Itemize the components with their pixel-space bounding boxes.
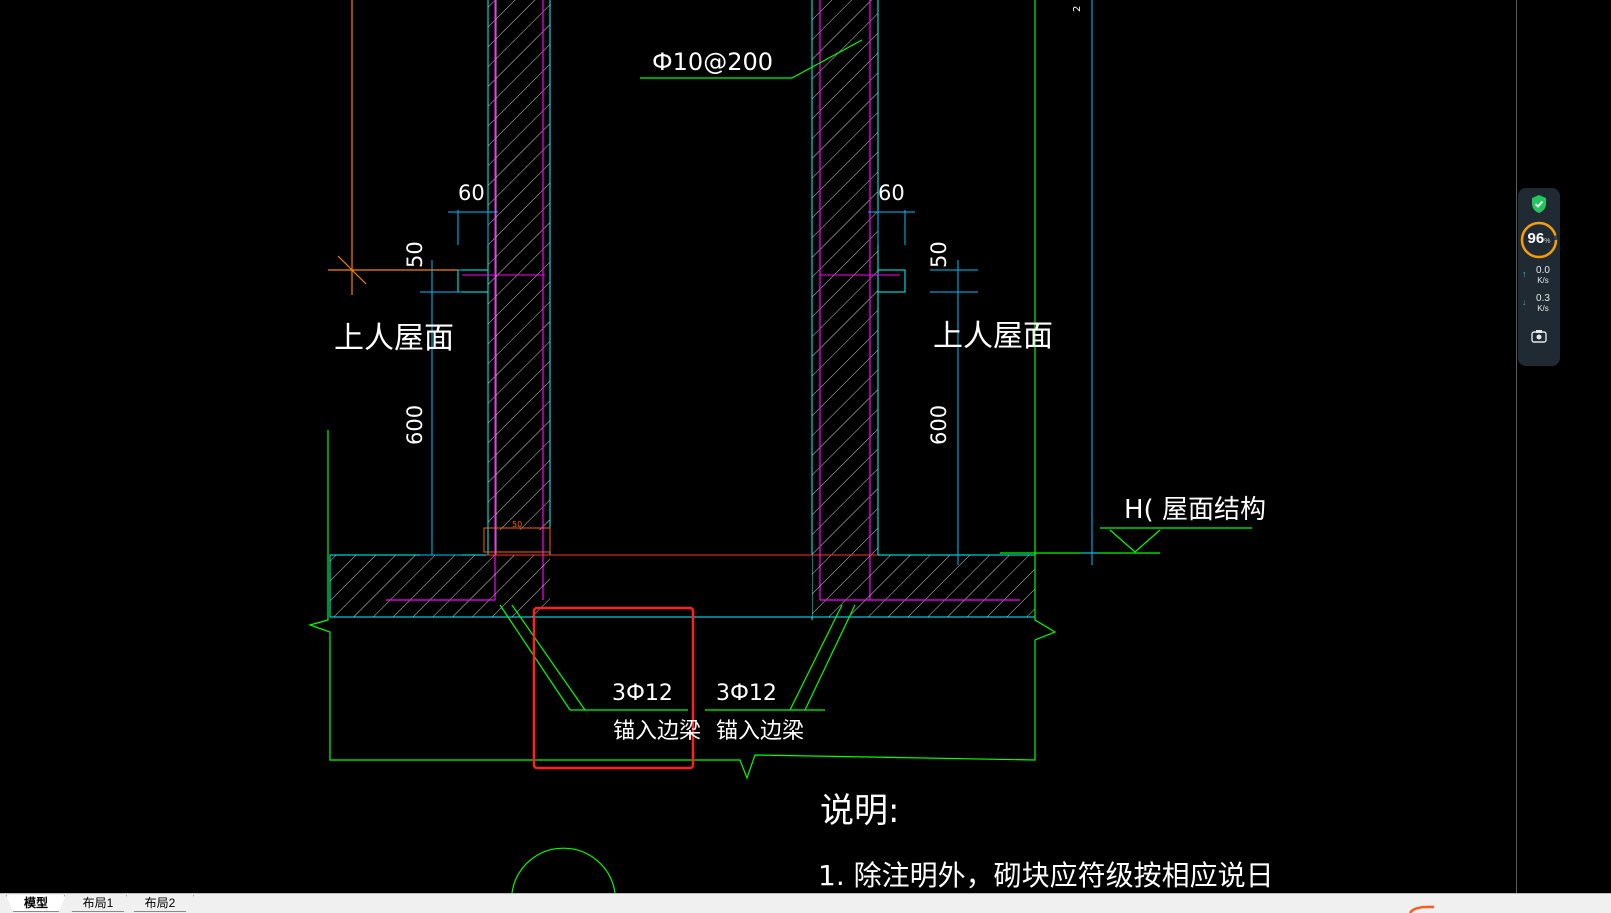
camera-icon[interactable] [1518,328,1560,349]
roof-structure-label: H( 屋面结构 [1124,495,1266,525]
health-percent: 96 [1527,230,1545,247]
section-circle [511,847,616,893]
arrow-up-icon: ↑ [1522,269,1527,279]
cad-drawing-canvas[interactable]: 50 Ф10@200 60 60 50 50 600 600 2 上人屋面 上人… [0,0,1611,893]
dim-600-right: 600 [927,405,951,445]
notes-line-1: 1. 除注明外，砌块应符级按相应说日 [818,859,1274,892]
green-outline [307,0,1252,780]
health-gauge[interactable]: 96% [1518,220,1560,259]
roof-label-left: 上人屋面 [334,321,454,356]
network-monitor-widget[interactable]: 96% ↑ 0.0 K/s ↓ 0.3 K/s [1518,188,1560,366]
upload-speed: ↑ 0.0 K/s [1518,266,1560,286]
tab-model[interactable]: 模型 [6,895,66,912]
dim-50-left: 50 [403,241,427,268]
download-speed: ↓ 0.3 K/s [1518,294,1560,314]
arrow-down-icon: ↓ [1522,297,1527,307]
tab-layout-2[interactable]: 布局2 [126,895,194,912]
tab-layout-1[interactable]: 布局1 [64,895,132,912]
dim-50-right: 50 [927,241,951,268]
rebar-spec-label: Ф10@200 [652,48,773,76]
viewport-border [1516,0,1517,893]
notes-title: 说明: [820,791,899,831]
bar-label-left: 3Ф12 [612,681,673,706]
layout-tab-bar: 模型 布局1 布局2 [0,893,1611,913]
bar-label-right: 3Ф12 [716,681,777,706]
shield-check-icon[interactable] [1518,194,1560,219]
dim-600-left: 600 [403,405,427,445]
anchor-label-left: 锚入边梁 [613,719,701,744]
dim-60-left: 60 [458,181,485,205]
dim-60-right: 60 [878,181,905,205]
right-wall [811,0,879,620]
axis-marker [328,0,458,295]
top-dim-label: 2 [1072,6,1083,12]
anchor-label-right: 锚入边梁 [716,719,804,744]
health-percent-unit: % [1544,238,1551,245]
small-dim-label: 50 [512,520,522,529]
roof-label-right: 上人屋面 [933,319,1053,354]
resize-handle-icon[interactable] [1408,904,1444,913]
left-wall [487,0,551,600]
